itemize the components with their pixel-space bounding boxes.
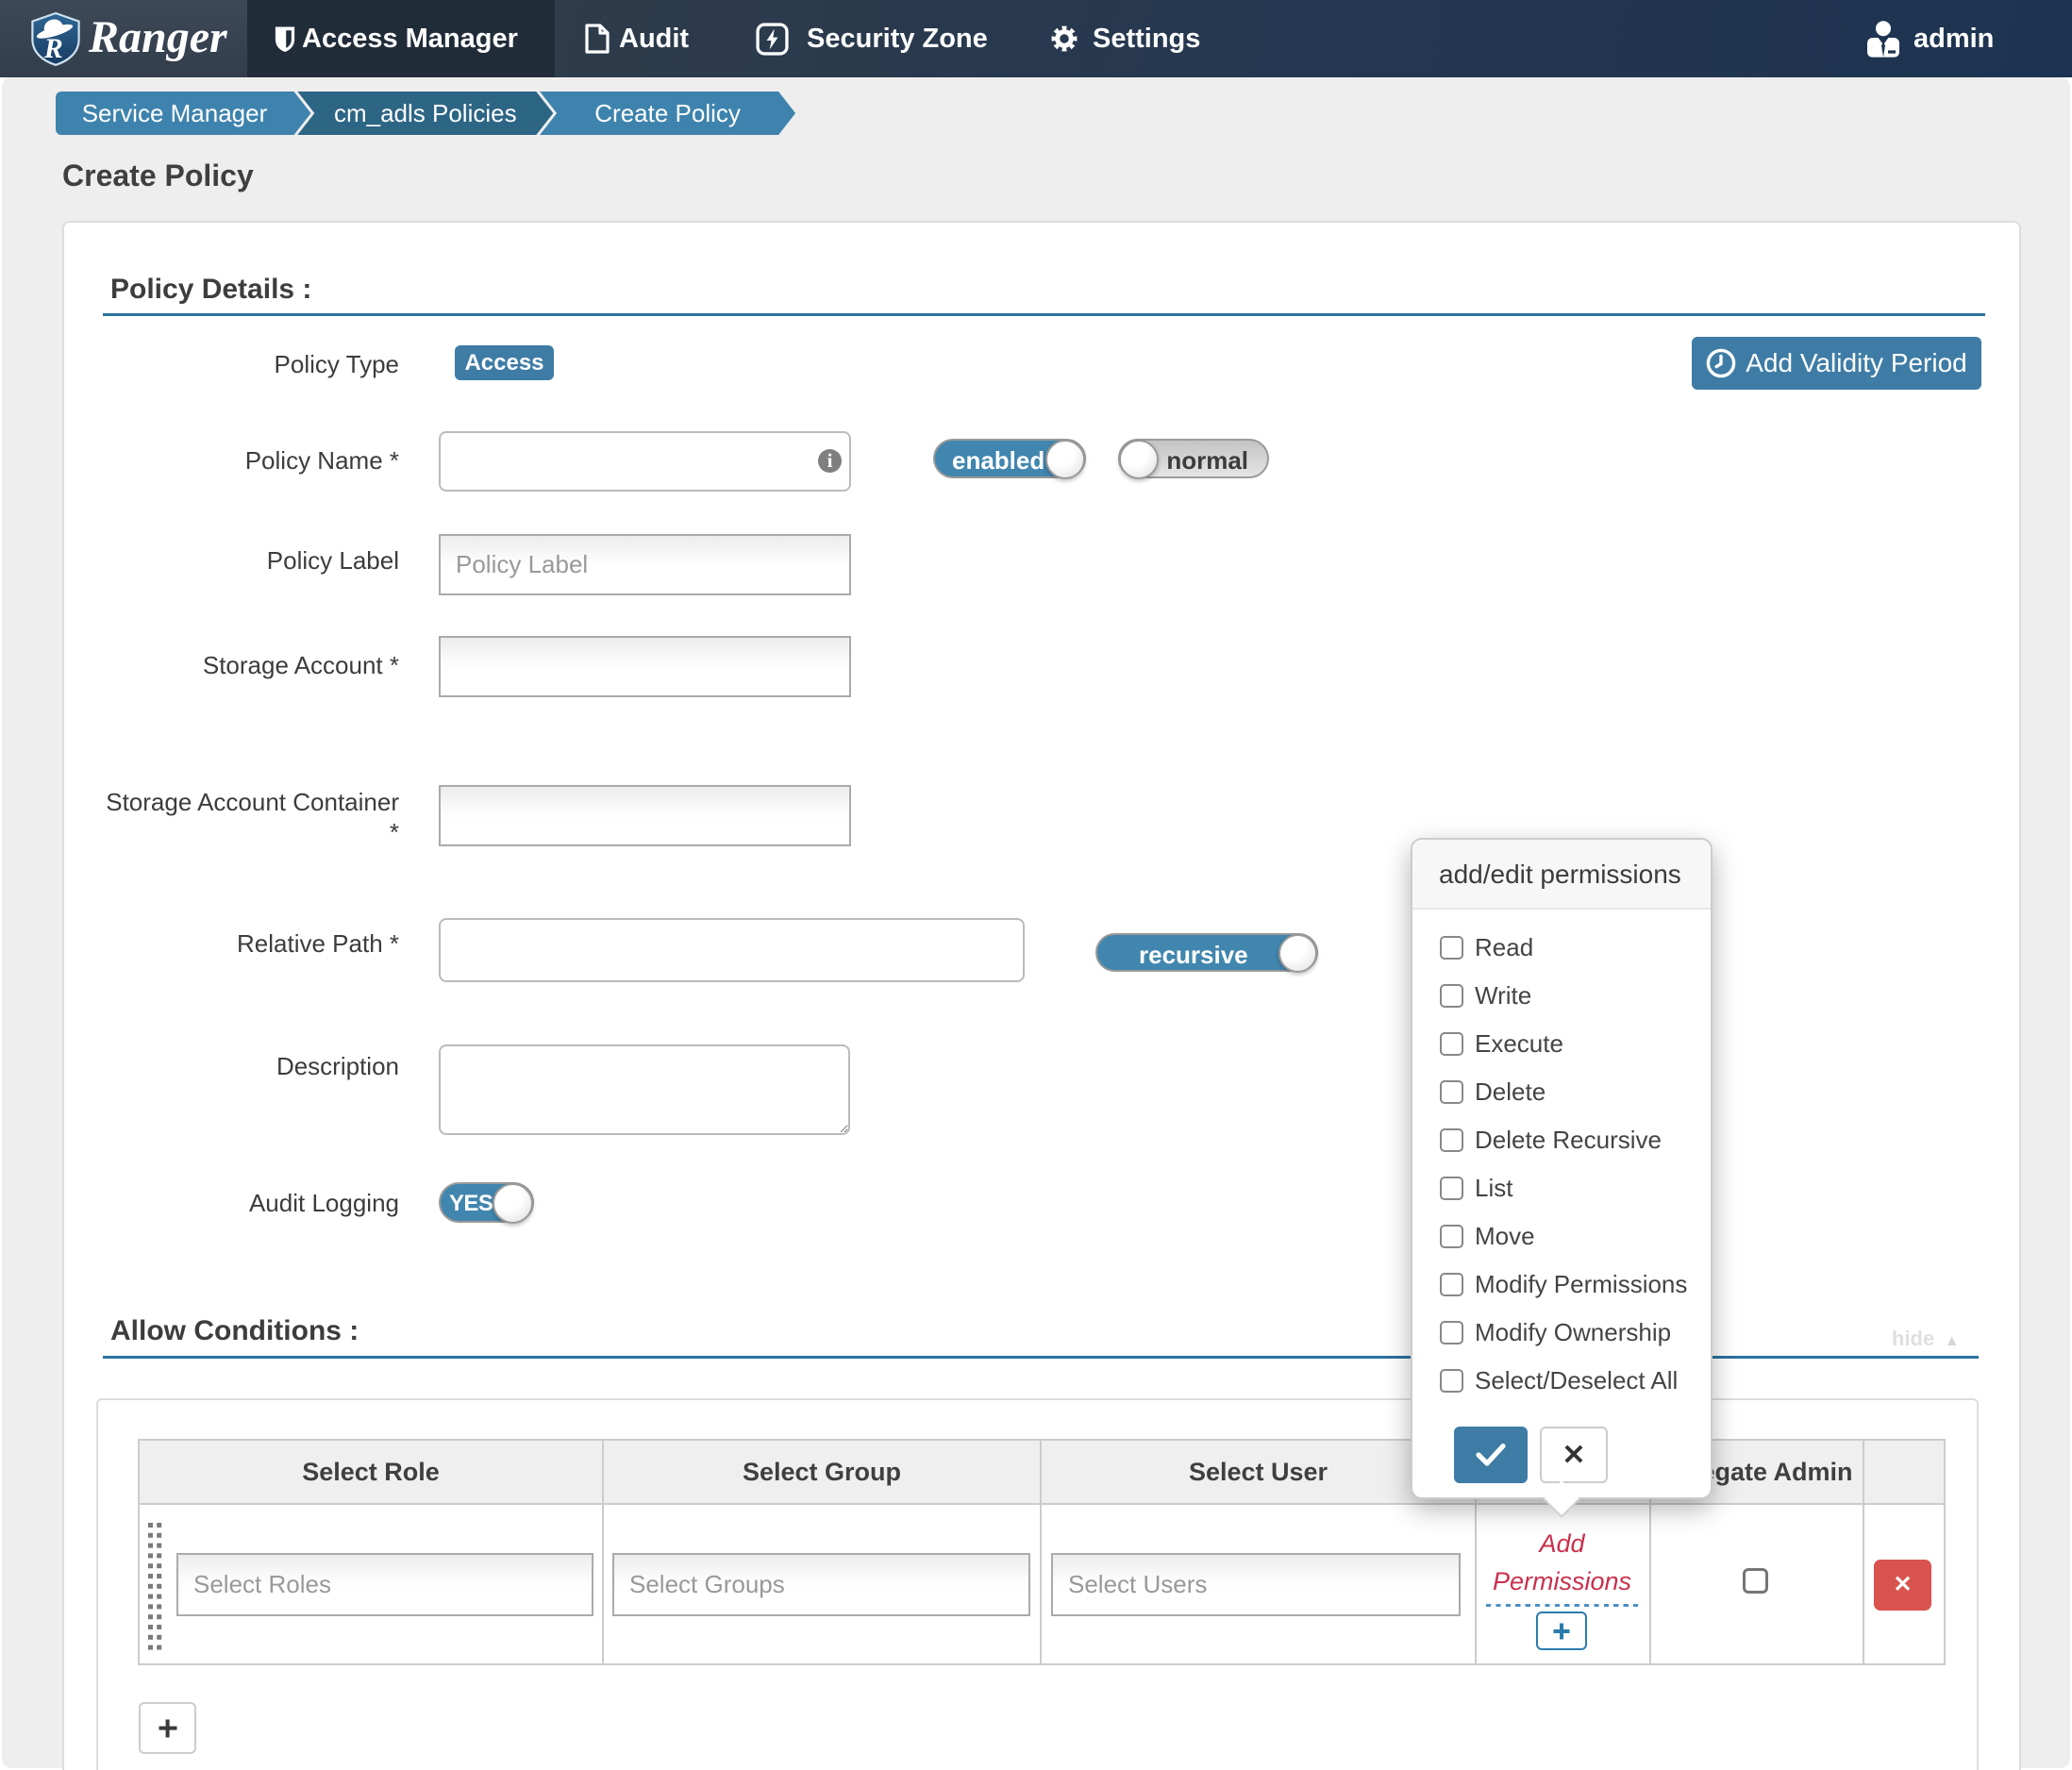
svg-text:R: R — [43, 33, 63, 64]
